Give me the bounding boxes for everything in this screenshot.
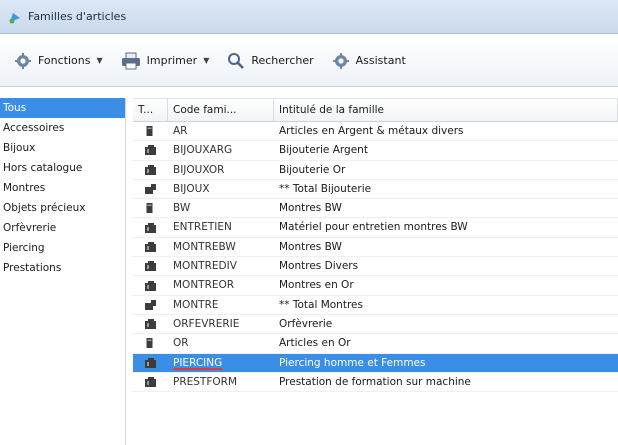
sidebar-item-montres[interactable]: Montres [0, 178, 125, 198]
gear-icon [332, 52, 349, 69]
family-label: Orfèvrerie [279, 317, 333, 330]
total-family-icon [133, 180, 168, 198]
family-code: PRESTFORM [173, 375, 237, 388]
family-code: BIJOUX [173, 182, 210, 195]
family-label: Bijouterie Argent [279, 144, 368, 157]
table-row[interactable]: BIJOUXOR Bijouterie Or [133, 161, 618, 180]
window-title: Familles d'articles [28, 10, 127, 23]
table-row[interactable]: BIJOUX ** Total Bijouterie [133, 180, 618, 200]
fonctions-label: Fonctions [38, 54, 91, 67]
sidebar-item-hors-catalogue[interactable]: Hors catalogue [0, 158, 125, 178]
detail-family-icon [133, 122, 168, 140]
sidebar-item-prestations[interactable]: Prestations [0, 258, 125, 278]
toolbar: Fonctions ▼ Imprimer ▼ Rechercher Assist… [0, 35, 618, 87]
family-label: Montres BW [279, 240, 342, 253]
family-label: Montres en Or [279, 279, 354, 292]
family-label: Bijouterie Or [279, 163, 346, 176]
central-family-icon [133, 218, 168, 236]
family-code: MONTREBW [173, 240, 236, 253]
rechercher-button[interactable]: Rechercher [227, 52, 314, 70]
family-label: Montres BW [279, 202, 342, 215]
detail-family-icon [133, 199, 168, 217]
family-code: OR [173, 337, 189, 350]
family-code: BIJOUXOR [173, 163, 225, 176]
family-code: MONTREDIV [173, 260, 237, 273]
assistant-label: Assistant [355, 54, 406, 67]
app-icon [9, 12, 20, 23]
central-family-icon [133, 373, 168, 391]
central-family-icon [133, 141, 168, 159]
table-row[interactable]: MONTRE ** Total Montres [133, 296, 618, 315]
imprimer-button[interactable]: Imprimer ▼ [121, 52, 210, 70]
family-code: ORFEVRERIE [173, 317, 240, 330]
table-row[interactable]: MONTREDIV Montres Divers [133, 257, 618, 277]
chevron-down-icon: ▼ [203, 56, 210, 65]
imprimer-label: Imprimer [146, 54, 198, 67]
grid-body: AR Articles en Argent & métaux divers BIJO… [133, 122, 618, 393]
sidebar-item-accessoires[interactable]: Accessoires [0, 118, 125, 138]
sidebar-item-piercing[interactable]: Piercing [0, 238, 125, 258]
gear-icon [15, 52, 31, 69]
family-code: AR [173, 125, 188, 137]
fonctions-button[interactable]: Fonctions ▼ [14, 52, 103, 70]
family-code: MONTRE [173, 298, 219, 311]
table-row[interactable]: AR Articles en Argent & métaux divers [133, 122, 618, 142]
printer-icon [121, 52, 140, 69]
search-icon [228, 52, 245, 69]
family-label: Montres Divers [279, 260, 359, 273]
sidebar-item-bijoux[interactable]: Bijoux [0, 138, 125, 158]
family-label: Piercing homme et Femmes [279, 356, 426, 369]
table-row[interactable]: ENTRETIEN Matériel pour entretien montres… [133, 218, 618, 238]
family-label: Prestation de formation sur machine [279, 375, 471, 388]
total-family-icon [133, 296, 168, 314]
central-family-icon [133, 238, 168, 256]
sidebar-item-tous[interactable]: Tous [0, 98, 125, 118]
central-family-icon [133, 315, 168, 333]
family-label: Articles en Argent & métaux divers [279, 125, 464, 137]
central-family-icon [133, 354, 168, 372]
table-row[interactable]: MONTREOR Montres en Or [133, 276, 618, 296]
family-label: ** Total Montres [279, 298, 363, 311]
table-row[interactable]: OR Articles en Or [133, 334, 618, 354]
assistant-button[interactable]: Assistant [332, 52, 406, 70]
table-row[interactable]: BIJOUXARG Bijouterie Argent [133, 141, 618, 161]
family-code: PIERCING [173, 356, 223, 369]
rechercher-label: Rechercher [251, 54, 314, 67]
detail-family-icon [133, 334, 168, 352]
chevron-down-icon: ▼ [96, 56, 103, 65]
column-header-code[interactable]: Code fami... [168, 99, 274, 121]
sidebar-item-objets-precieux[interactable]: Objets précieux [0, 198, 125, 218]
families-grid: T... Code fami... Intitulé de la famille… [133, 98, 618, 445]
grid-header: T... Code fami... Intitulé de la famille [133, 98, 618, 122]
family-code: MONTREOR [173, 279, 235, 292]
table-row[interactable]: ORFEVRERIE Orfèvrerie [133, 315, 618, 335]
family-label: ** Total Bijouterie [279, 182, 372, 195]
family-label: Articles en Or [279, 337, 351, 350]
window-titlebar: Familles d'articles [0, 0, 618, 34]
family-label: Matériel pour entretien montres BW [279, 221, 468, 234]
column-header-type[interactable]: T... [133, 99, 168, 121]
central-family-icon [133, 161, 168, 179]
table-row[interactable]: PIERCING Piercing homme et Femmes [133, 353, 618, 373]
family-code: BIJOUXARG [173, 144, 233, 157]
table-row[interactable]: MONTREBW Montres BW [133, 238, 618, 258]
sidebar-item-orfevrerie[interactable]: Orfèvrerie [0, 218, 125, 238]
category-sidebar: Tous Accessoires Bijoux Hors catalogue M… [0, 98, 126, 445]
column-header-label[interactable]: Intitulé de la famille [274, 99, 618, 121]
table-row[interactable]: BW Montres BW [133, 199, 618, 219]
central-family-icon [133, 257, 168, 275]
table-row[interactable]: PRESTFORM Prestation de formation sur mac… [133, 373, 618, 393]
family-code: BW [173, 202, 191, 215]
family-code: ENTRETIEN [173, 221, 232, 234]
central-family-icon [133, 276, 168, 294]
